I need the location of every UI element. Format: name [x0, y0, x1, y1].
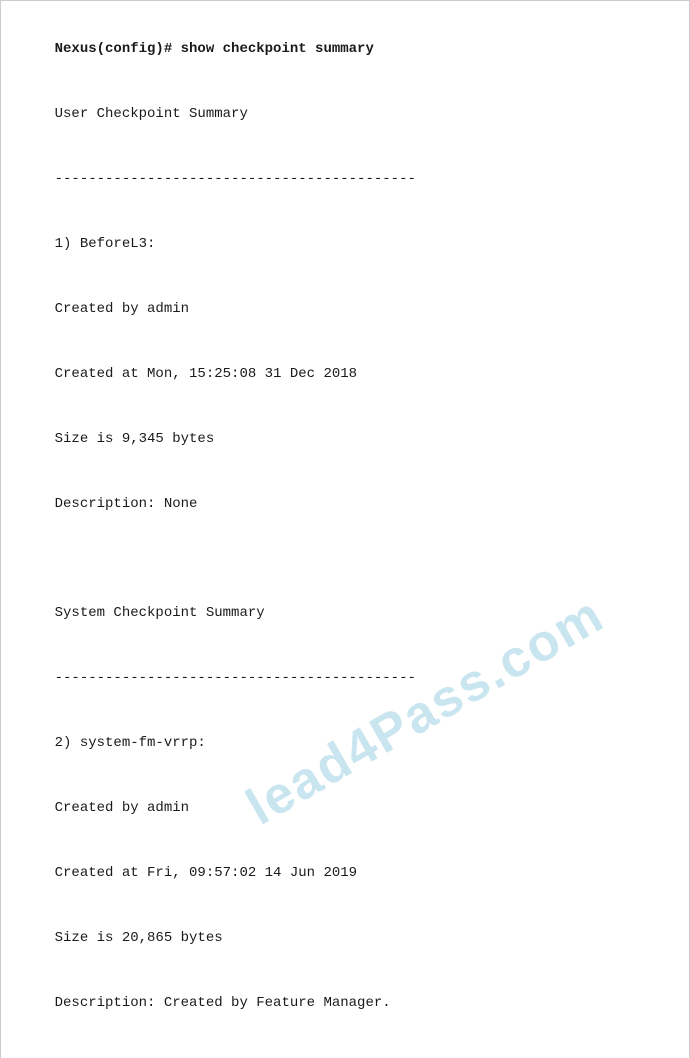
terminal-window: lead4Pass.com Nexus(config)# show checkp…	[0, 0, 690, 1058]
system1-size: Size is 20,865 bytes	[55, 930, 223, 946]
user-section-header: User Checkpoint Summary	[55, 106, 248, 122]
system1-description: Description: Created by Feature Manager.	[55, 995, 391, 1011]
user-checkpoint-number: 1) BeforeL3:	[55, 236, 156, 252]
user-created-at: Created at Mon, 15:25:08 31 Dec 2018	[55, 366, 357, 382]
command-line: Nexus(config)# show checkpoint summary	[55, 41, 374, 57]
system-checkpoint1-number: 2) system-fm-vrrp:	[55, 735, 206, 751]
user-separator: ----------------------------------------…	[55, 171, 416, 187]
user-created-by: Created by admin	[55, 301, 189, 317]
system-section-header: System Checkpoint Summary	[55, 605, 265, 621]
system1-created-at: Created at Fri, 09:57:02 14 Jun 2019	[55, 865, 357, 881]
system1-created-by: Created by admin	[55, 800, 189, 816]
system-separator: ----------------------------------------…	[55, 670, 416, 686]
user-size: Size is 9,345 bytes	[55, 431, 215, 447]
terminal-content: Nexus(config)# show checkpoint summary U…	[21, 17, 669, 1058]
user-description: Description: None	[55, 496, 198, 512]
